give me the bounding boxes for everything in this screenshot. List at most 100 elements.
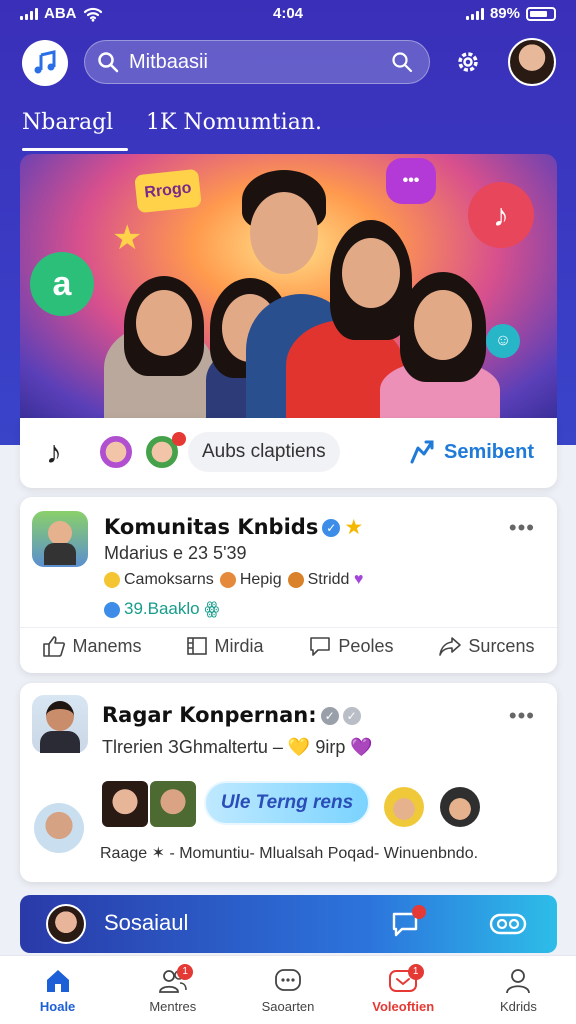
home-icon bbox=[46, 969, 69, 992]
music-note-icon bbox=[34, 50, 56, 74]
comment-button[interactable]: Peoles bbox=[308, 635, 393, 657]
chat-bubble-icon: a bbox=[30, 252, 94, 316]
star-icon: ★ bbox=[344, 515, 364, 539]
post-actions: Manems Mirdia Peoles Surcens bbox=[20, 635, 557, 657]
hero-action-bar: ♪ Aubs claptiens Semibent bbox=[20, 418, 557, 488]
share-icon bbox=[439, 637, 462, 656]
nav-video-label: Voleoftien bbox=[372, 998, 435, 1014]
post-meta: Mdarius e 23 5'39 bbox=[104, 543, 247, 563]
author-avatar[interactable] bbox=[32, 695, 88, 753]
app-logo[interactable] bbox=[22, 40, 68, 86]
person-4-face bbox=[342, 238, 400, 308]
comment-label: Peoles bbox=[338, 635, 394, 656]
notification-dot bbox=[412, 905, 426, 919]
audio-captions-label: Aubs claptiens bbox=[202, 441, 326, 462]
listener-avatar[interactable] bbox=[98, 434, 134, 470]
hero-image[interactable]: a ♪ ••• ☺ Rrogo ★ bbox=[20, 154, 557, 418]
nav-chat[interactable]: Saoarten bbox=[230, 956, 345, 1024]
music-note-icon[interactable]: ♪ bbox=[46, 434, 62, 471]
battery-percent: 89% bbox=[489, 5, 520, 22]
sentiment-label: Semibent bbox=[444, 440, 535, 463]
member-avatar[interactable] bbox=[384, 787, 424, 827]
media-thumbnail[interactable] bbox=[150, 781, 196, 827]
person-5-face bbox=[414, 290, 472, 360]
tab-nomumtian[interactable]: 1K Nomumtian. bbox=[146, 110, 322, 135]
post-card[interactable]: Ragar Konpernan: ✓ ✓ ••• Tlrerien ЗGhmalte… bbox=[20, 683, 557, 882]
share-button[interactable]: Surcens bbox=[438, 635, 534, 657]
message-bubble-icon: ••• bbox=[386, 158, 436, 204]
search-submit-icon[interactable] bbox=[391, 51, 417, 73]
nav-video[interactable]: 1 Voleoftien bbox=[346, 956, 461, 1024]
search-icon bbox=[97, 51, 123, 73]
nav-members[interactable]: 1 Mentres bbox=[115, 956, 230, 1024]
tag-item[interactable]: Stridd ♥ bbox=[287, 571, 363, 589]
nav-badge: 1 bbox=[407, 964, 424, 980]
social-label: Sosaiaul bbox=[104, 910, 189, 935]
verified-icon: ✓ bbox=[320, 707, 339, 725]
search-input[interactable]: Mitbaasii bbox=[123, 51, 391, 74]
social-avatar bbox=[46, 904, 86, 944]
post-card[interactable]: Komunitas Knbids ✓ ★ ••• Mdarius e 23 5'39… bbox=[20, 497, 557, 673]
search-bar[interactable]: Mitbaasii bbox=[84, 40, 430, 84]
battery-icon bbox=[526, 6, 556, 21]
person-3-face bbox=[250, 192, 318, 274]
person-1-face bbox=[136, 290, 192, 356]
signal-icon bbox=[465, 7, 484, 20]
nav-members-label: Mentres bbox=[149, 998, 197, 1014]
gear-icon bbox=[458, 52, 478, 72]
like-button[interactable]: Manems bbox=[42, 635, 142, 657]
tag-item[interactable]: Hepig bbox=[219, 571, 282, 589]
member-avatar[interactable] bbox=[440, 787, 480, 827]
share-label: Surcens bbox=[468, 635, 535, 656]
link-icon bbox=[104, 601, 120, 618]
nav-profile[interactable]: Kdrids bbox=[461, 956, 576, 1024]
more-options-icon[interactable]: ••• bbox=[509, 703, 535, 729]
post-title-text: Ragar Konpernan: bbox=[102, 703, 317, 727]
settings-button[interactable] bbox=[452, 46, 484, 78]
nav-chat-label: Saoarten bbox=[261, 998, 315, 1014]
hero-sticker: Rrogo bbox=[134, 168, 202, 214]
divider bbox=[20, 627, 557, 628]
status-right: 89% bbox=[465, 5, 556, 22]
tag-item[interactable]: Camoksarns bbox=[104, 571, 214, 589]
audio-captions-button[interactable]: Aubs claptiens bbox=[188, 432, 340, 472]
nav-profile-label: Kdrids bbox=[499, 998, 537, 1014]
media-icon bbox=[187, 637, 208, 655]
sentiment-icon bbox=[410, 440, 434, 464]
media-thumbnail[interactable] bbox=[102, 781, 148, 827]
post-title-text: Komunitas Knbids bbox=[104, 515, 319, 539]
author-avatar[interactable] bbox=[34, 803, 84, 853]
tab-nbaragl[interactable]: Nbaragl bbox=[22, 110, 113, 135]
verified-icon: ✓ bbox=[322, 519, 341, 537]
chat-icon bbox=[275, 968, 301, 991]
notification-dot bbox=[172, 432, 186, 446]
music-bubble-icon: ♪ bbox=[468, 182, 534, 248]
cta-button[interactable]: Ule Terng rens bbox=[204, 781, 370, 825]
profile-avatar[interactable] bbox=[508, 38, 556, 86]
post-title[interactable]: Ragar Konpernan: ✓ ✓ bbox=[102, 703, 361, 727]
nav-home[interactable]: Hoale bbox=[0, 956, 115, 1024]
media-label: Mirdia bbox=[214, 635, 264, 656]
link-icon[interactable] bbox=[488, 909, 528, 939]
post-link[interactable]: 39.Baaklo ꙮ bbox=[104, 599, 219, 619]
star-icon: ★ bbox=[112, 219, 143, 257]
thumbs-up-icon bbox=[43, 636, 66, 657]
tag-row: Camoksarns Hepig Stridd ♥ bbox=[104, 571, 363, 589]
profile-icon bbox=[506, 968, 531, 993]
sentiment-button[interactable]: Semibent bbox=[408, 438, 534, 466]
more-options-icon[interactable]: ••• bbox=[509, 515, 535, 541]
like-label: Manems bbox=[72, 635, 142, 656]
verified-icon: ✓ bbox=[342, 707, 361, 725]
tab-active-indicator bbox=[22, 148, 128, 151]
social-banner[interactable]: Sosaiaul bbox=[20, 895, 557, 953]
nav-badge: 1 bbox=[177, 964, 194, 980]
caption-row: Raage ✶ - Momuntiu- Mlualsah Poqad- Winu… bbox=[100, 845, 479, 862]
nav-home-label: Hoale bbox=[39, 998, 76, 1014]
comment-icon bbox=[310, 637, 331, 656]
community-avatar[interactable] bbox=[32, 511, 88, 567]
post-title[interactable]: Komunitas Knbids ✓ ★ bbox=[104, 515, 363, 539]
status-bar: ABA 4:04 89% bbox=[0, 0, 576, 30]
post-meta: Tlrerien ЗGhmaltertu – 💛 9irp 💜 bbox=[102, 737, 373, 757]
media-button[interactable]: Mirdia bbox=[186, 635, 263, 657]
chat-mini-icon: ☺ bbox=[486, 324, 520, 358]
